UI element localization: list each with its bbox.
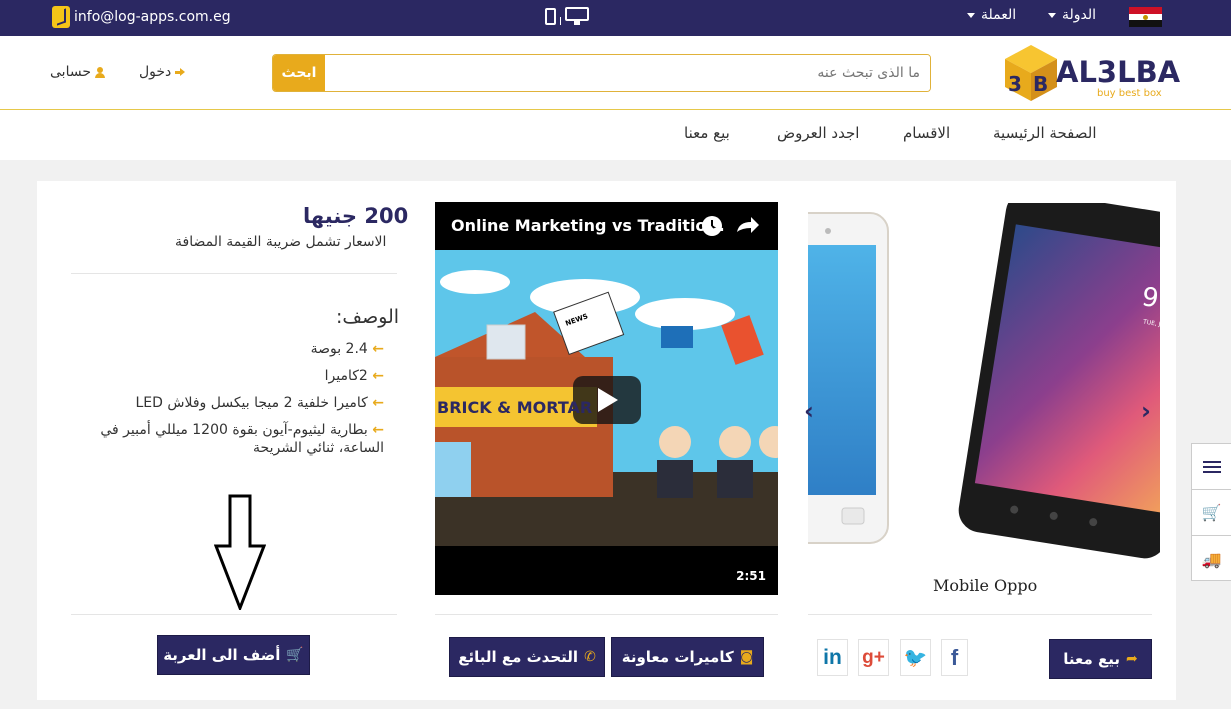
feature-item: ← 2كاميرا xyxy=(324,368,384,384)
side-toolbar: 🛒 🚚 xyxy=(1191,443,1231,581)
top-bar: info@log-apps.com.eg العملة الدولة xyxy=(0,0,1231,36)
nav-sell-with-us[interactable]: بيع معنا xyxy=(684,124,730,142)
product-image: 9: TUE, JA xyxy=(808,203,1160,559)
product-image-slider[interactable]: 9: TUE, JA xyxy=(808,203,1160,575)
arrow-left-icon: ← xyxy=(372,422,384,438)
add-to-cart-button[interactable]: 🛒 أضف الى العربة xyxy=(157,635,310,675)
chevron-down-icon xyxy=(967,12,975,18)
google-plus-icon[interactable]: g+ xyxy=(858,639,889,676)
chat-seller-button[interactable]: ✆ التحدث مع البائع xyxy=(449,637,605,677)
svg-text:9:: 9: xyxy=(1140,282,1160,316)
video-title[interactable]: Online Marketing vs Traditio... xyxy=(451,216,725,235)
nav-home[interactable]: الصفحة الرئيسية xyxy=(993,124,1097,142)
linkedin-icon[interactable]: in xyxy=(817,639,848,676)
device-switcher xyxy=(545,7,589,25)
menu-icon xyxy=(1202,460,1221,473)
sign-in-icon xyxy=(175,67,187,78)
site-logo[interactable]: 3 B AL3LBA buy best box xyxy=(1002,43,1180,103)
user-icon xyxy=(94,66,105,78)
facebook-icon[interactable]: f xyxy=(941,639,968,676)
svg-text:B: B xyxy=(1033,72,1048,96)
arrow-left-icon: ← xyxy=(372,395,384,411)
arrow-left-icon: ← xyxy=(372,368,384,384)
logo-badge-icon xyxy=(52,6,70,28)
main-nav: الصفحة الرئيسية الاقسام اجدد العروض بيع … xyxy=(0,110,1231,160)
share-arrow-icon: ➦ xyxy=(1126,651,1138,667)
truck-icon: 🚚 xyxy=(1201,549,1222,569)
product-name: Mobile Oppo xyxy=(933,576,1038,595)
svg-text:3: 3 xyxy=(1008,72,1022,96)
shipping-tool[interactable]: 🚚 xyxy=(1192,536,1231,582)
brick-mortar-sign: BRICK & MORTAR xyxy=(437,398,593,417)
camera-icon: ◙ xyxy=(739,649,754,665)
logo-text: AL3LBA xyxy=(1056,55,1181,89)
sell-with-us-button[interactable]: ➦ بيع معنا xyxy=(1049,639,1152,679)
egypt-flag-icon[interactable] xyxy=(1129,7,1162,27)
desktop-icon[interactable] xyxy=(565,7,589,25)
chevron-down-icon xyxy=(1048,12,1056,18)
cube-logo-icon: 3 B xyxy=(1005,45,1057,101)
search-button[interactable]: ابحث xyxy=(273,55,325,91)
separator xyxy=(560,17,561,25)
slider-prev-icon[interactable]: ‹ xyxy=(804,397,814,425)
currency-dropdown[interactable]: العملة xyxy=(967,7,1016,23)
arrow-down-icon xyxy=(214,494,266,610)
divider xyxy=(71,273,397,274)
cameras-button[interactable]: ◙ كاميرات معاونة xyxy=(611,637,764,677)
cart-icon: 🛒 xyxy=(286,647,304,663)
twitter-icon[interactable]: 🐦 xyxy=(900,639,931,676)
divider xyxy=(71,614,397,615)
search-input[interactable] xyxy=(325,55,930,91)
video-duration: 2:51 xyxy=(736,569,766,583)
account-link[interactable]: حسابى xyxy=(50,64,105,80)
video-player[interactable]: Online Marketing vs Traditio... 2:51 BRI… xyxy=(435,202,778,595)
search-bar: ابحث xyxy=(272,54,931,92)
account-label: حسابى xyxy=(50,64,91,80)
cart-icon: 🛒 xyxy=(1201,503,1222,522)
feature-item: ← 2.4 بوصة xyxy=(310,341,384,357)
email-contact[interactable]: info@log-apps.com.eg xyxy=(52,6,231,28)
country-dropdown[interactable]: الدولة xyxy=(1048,7,1096,23)
divider xyxy=(808,614,1152,615)
email-text[interactable]: info@log-apps.com.eg xyxy=(74,9,231,25)
vat-note: الاسعار تشمل ضريبة القيمة المضافة xyxy=(175,234,387,250)
mobile-icon[interactable] xyxy=(545,8,556,25)
login-link[interactable]: دخول xyxy=(139,64,187,80)
nav-latest-offers[interactable]: اجدد العروض xyxy=(777,124,859,142)
cart-tool[interactable]: 🛒 xyxy=(1192,490,1231,536)
feature-item: ← كاميرا خلفية 2 ميجا بيكسل وفلاش LED xyxy=(135,395,385,411)
login-label: دخول xyxy=(139,64,172,80)
currency-label: العملة xyxy=(981,7,1017,23)
slider-next-icon[interactable]: › xyxy=(1141,397,1151,425)
site-header: حسابى دخول ابحث 3 B AL3LBA buy best box xyxy=(0,36,1231,110)
menu-tool[interactable] xyxy=(1192,444,1231,490)
logo-tagline: buy best box xyxy=(1097,88,1162,99)
country-label: الدولة xyxy=(1062,7,1097,23)
arrow-left-icon: ← xyxy=(372,341,384,357)
product-price: 200 جنيها xyxy=(303,204,409,228)
divider xyxy=(435,614,778,615)
phone-icon: ✆ xyxy=(584,649,596,665)
description-title: الوصف: xyxy=(336,306,400,328)
feature-item: ← بطارية ليثيوم-آيون بقوة 1200 ميللي أمب… xyxy=(100,422,384,456)
nav-categories[interactable]: الاقسام xyxy=(903,124,950,142)
